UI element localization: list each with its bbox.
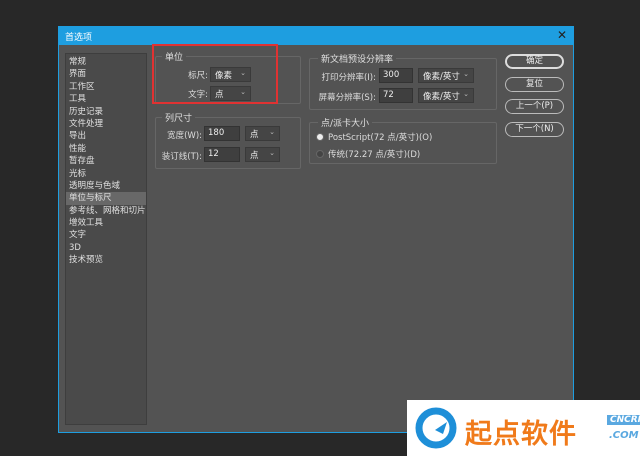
width-unit-value: 点	[250, 130, 259, 140]
sidebar-item[interactable]: 性能	[66, 143, 146, 155]
sidebar-item[interactable]: 文件处理	[66, 118, 146, 130]
sidebar-item[interactable]: 历史记录	[66, 106, 146, 118]
sidebar-item[interactable]: 导出	[66, 130, 146, 142]
screen-resolution-label: 屏幕分辨率(S):	[318, 93, 376, 103]
sidebar-item[interactable]: 界面	[66, 68, 146, 80]
print-unit-select[interactable]: 像素/英寸 ⌄	[418, 68, 474, 83]
preferences-dialog: 首选项 ✕ 常规 界面 工作区 工具 历史记录 文件处理 导出 性能 暂存盘 光标 透明度与色域 单位…	[58, 26, 574, 433]
watermark-badge-bottom: .COM	[609, 430, 639, 441]
ok-button[interactable]: 确定	[505, 54, 564, 69]
sidebar-item[interactable]: 工作区	[66, 81, 146, 93]
sidebar-item[interactable]: 透明度与色域	[66, 180, 146, 192]
prev-button[interactable]: 上一个(P)	[505, 99, 564, 114]
sidebar: 常规 界面 工作区 工具 历史记录 文件处理 导出 性能 暂存盘 光标 透明度与色域 单位与标尺 参考线…	[65, 53, 147, 425]
sidebar-item[interactable]: 增效工具	[66, 217, 146, 229]
sidebar-item[interactable]: 3D	[66, 242, 146, 254]
watermark: 起点软件 CNCRK .COM	[407, 400, 640, 456]
title-bar[interactable]: 首选项 ✕	[59, 27, 573, 45]
gutter-unit-select[interactable]: 点 ⌄	[245, 147, 280, 162]
screen-unit-select[interactable]: 像素/英寸 ⌄	[418, 88, 474, 103]
watermark-badge-top: CNCRK	[607, 415, 640, 425]
width-unit-select[interactable]: 点 ⌄	[245, 126, 280, 141]
point-size-group: 点/派卡大小 PostScript(72 点/英寸)(O) 传统(72.27 点…	[309, 116, 497, 164]
reset-button[interactable]: 复位	[505, 77, 564, 92]
screen-resolution-input[interactable]: 72	[379, 88, 413, 103]
close-icon[interactable]: ✕	[557, 28, 567, 42]
postscript-radio[interactable]	[316, 133, 324, 141]
gutter-input[interactable]: 12	[204, 147, 240, 162]
traditional-label[interactable]: 传统(72.27 点/英寸)(D)	[328, 148, 420, 160]
sidebar-item[interactable]: 光标	[66, 168, 146, 180]
column-size-group: 列尺寸 宽度(W): 180 点 ⌄ 装订线(T): 12 点 ⌄	[155, 111, 301, 169]
resolution-group: 新文档预设分辨率 打印分辨率(I): 300 像素/英寸 ⌄ 屏幕分辨率(S): …	[309, 52, 497, 110]
screen-unit-value: 像素/英寸	[423, 92, 460, 102]
sidebar-item[interactable]: 单位与标尺	[66, 192, 146, 205]
traditional-radio[interactable]	[316, 150, 324, 158]
window-title: 首选项	[65, 33, 93, 43]
print-resolution-input[interactable]: 300	[379, 68, 413, 83]
watermark-text: 起点软件	[465, 419, 577, 450]
watermark-logo-icon	[415, 407, 457, 449]
chevron-down-icon: ⌄	[269, 149, 275, 157]
postscript-label[interactable]: PostScript(72 点/英寸)(O)	[328, 131, 432, 143]
gutter-unit-value: 点	[250, 151, 259, 161]
resolution-title: 新文档预设分辨率	[318, 52, 397, 65]
chevron-down-icon: ⌄	[269, 128, 275, 136]
sidebar-item[interactable]: 参考线、网格和切片	[66, 205, 146, 217]
highlight-box	[152, 44, 278, 104]
sidebar-item[interactable]: 文字	[66, 229, 146, 241]
width-input[interactable]: 180	[204, 126, 240, 141]
chevron-down-icon: ⌄	[463, 90, 469, 98]
print-unit-value: 像素/英寸	[423, 72, 460, 82]
sidebar-item[interactable]: 技术预览	[66, 254, 146, 266]
sidebar-item[interactable]: 工具	[66, 93, 146, 105]
sidebar-item[interactable]: 暂存盘	[66, 155, 146, 167]
chevron-down-icon: ⌄	[463, 70, 469, 78]
column-title: 列尺寸	[162, 111, 196, 124]
gutter-label: 装订线(T):	[161, 152, 202, 162]
next-button[interactable]: 下一个(N)	[505, 122, 564, 137]
point-size-title: 点/派卡大小	[318, 116, 373, 129]
sidebar-item[interactable]: 常规	[66, 56, 146, 68]
width-label: 宽度(W):	[167, 131, 202, 141]
print-resolution-label: 打印分辨率(I):	[321, 73, 376, 83]
